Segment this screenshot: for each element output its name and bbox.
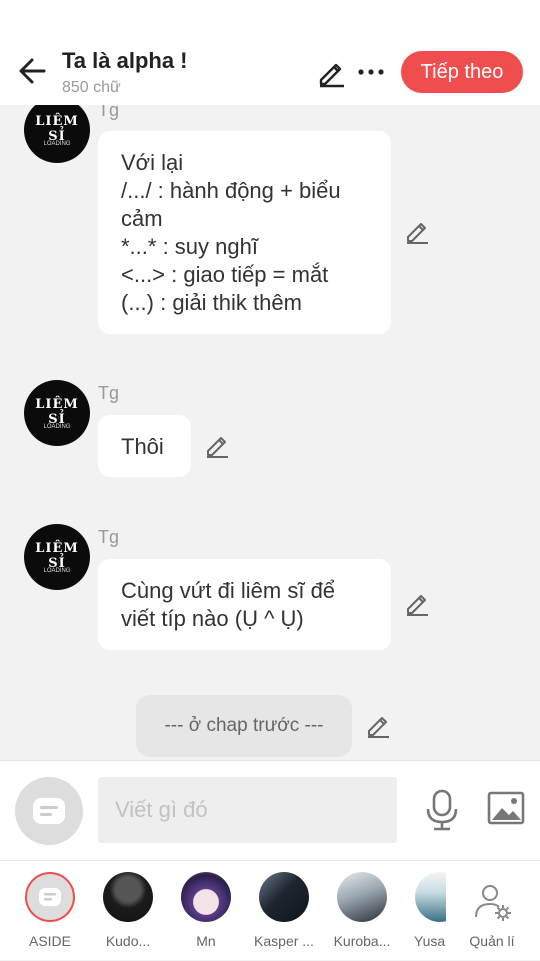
avatar[interactable]: LIÊM SỈ ◌ LOADING [24, 524, 90, 590]
message-bubble[interactable]: Cùng vứt đi liêm sĩ để viết típ nào (Ụ ^… [98, 559, 391, 650]
word-count: 850 chữ [62, 79, 121, 96]
tab-character[interactable]: Kudo... [88, 861, 168, 961]
message-bubble[interactable]: Với lại /.../ : hành động + biểu cảm *..… [98, 131, 391, 334]
tab-label: Yusa [414, 933, 446, 949]
avatar [181, 872, 231, 922]
avatar-text: LIÊM SỈ [35, 114, 79, 144]
microphone-icon[interactable] [424, 789, 460, 831]
message-line: cảm [121, 206, 163, 231]
message-line: *...* : suy nghĩ [121, 234, 258, 259]
edit-icon[interactable] [316, 58, 346, 88]
manage-characters-icon [475, 885, 511, 921]
message-input[interactable]: Viết gì đó [98, 777, 397, 843]
avatar-subtext: LOADING [43, 141, 71, 147]
sender-name: Tg [98, 383, 120, 403]
message-bubble[interactable]: Thôi [98, 415, 191, 477]
avatar-text: LIÊM SỈ [35, 397, 79, 427]
chat-bubble-icon [39, 888, 61, 906]
avatar-loading-icon: ◌ [54, 130, 60, 139]
tab-label: Mn [196, 933, 216, 949]
composer-bar: Viết gì đó [0, 760, 540, 860]
aside-toggle-button[interactable] [15, 777, 83, 845]
avatar-subtext: LOADING [43, 568, 71, 574]
avatar-text: LIÊM SỈ [35, 541, 79, 571]
tab-label: Kudo... [105, 933, 151, 949]
previous-chapter-note[interactable]: --- ở chap trước --- [136, 695, 352, 757]
message-line: <...> : giao tiếp = mắt [121, 262, 329, 287]
avatar[interactable]: LIÊM SỈ ◌ LOADING [24, 105, 90, 163]
next-button[interactable]: Tiếp theo [401, 51, 523, 93]
tab-label: Quản lí [469, 933, 515, 949]
message-line: Với lại [121, 150, 184, 175]
header: Ta là alpha ! 850 chữ Tiếp theo [0, 0, 540, 105]
tab-label: Kasper ... [254, 933, 314, 949]
message-line: /.../ : hành động + biểu [121, 178, 341, 203]
tab-character[interactable]: Kasper ... [244, 861, 324, 961]
tab-aside[interactable]: ASIDE [10, 861, 90, 961]
avatar [259, 872, 309, 922]
avatar[interactable]: LIÊM SỈ ◌ LOADING [24, 380, 90, 446]
story-title: Ta là alpha ! [62, 48, 188, 73]
tab-character[interactable]: Kuroba... [322, 861, 402, 961]
sender-name: Tg [98, 105, 120, 120]
edit-message-icon[interactable] [404, 591, 430, 617]
more-options-icon[interactable] [356, 60, 386, 84]
message-line: viết típ nào (Ụ ^ Ụ) [121, 606, 304, 631]
tab-manage[interactable]: Quản lí [452, 861, 532, 961]
message-line: Cùng vứt đi liêm sĩ để [121, 578, 336, 603]
message-line: Thôi [121, 434, 164, 459]
tab-character[interactable]: Yusa [400, 861, 446, 961]
edit-note-icon[interactable] [365, 713, 391, 739]
avatar-subtext: LOADING [43, 424, 71, 430]
edit-message-icon[interactable] [204, 433, 230, 459]
message-line: (...) : giải thik thêm [121, 290, 302, 315]
back-arrow-icon[interactable] [16, 54, 50, 88]
tab-label: ASIDE [28, 933, 71, 949]
sender-name: Tg [98, 527, 120, 547]
avatar [415, 872, 446, 922]
edit-message-icon[interactable] [404, 219, 430, 245]
avatar-loading-icon: ◌ [54, 557, 60, 566]
chat-bubble-icon [33, 798, 65, 824]
character-tab-bar: ASIDE Kudo... Mn Kasper ... Kuroba... Yu… [0, 860, 540, 960]
avatar-loading-icon: ◌ [54, 413, 60, 422]
tab-label: Kuroba... [333, 933, 391, 949]
avatar [103, 872, 153, 922]
chat-area[interactable]: LIÊM SỈ ◌ LOADING Tg Với lại /.../ : hàn… [0, 105, 540, 760]
tab-character[interactable]: Mn [166, 861, 246, 961]
avatar [337, 872, 387, 922]
image-icon[interactable] [487, 791, 525, 825]
aside-avatar [25, 872, 75, 922]
